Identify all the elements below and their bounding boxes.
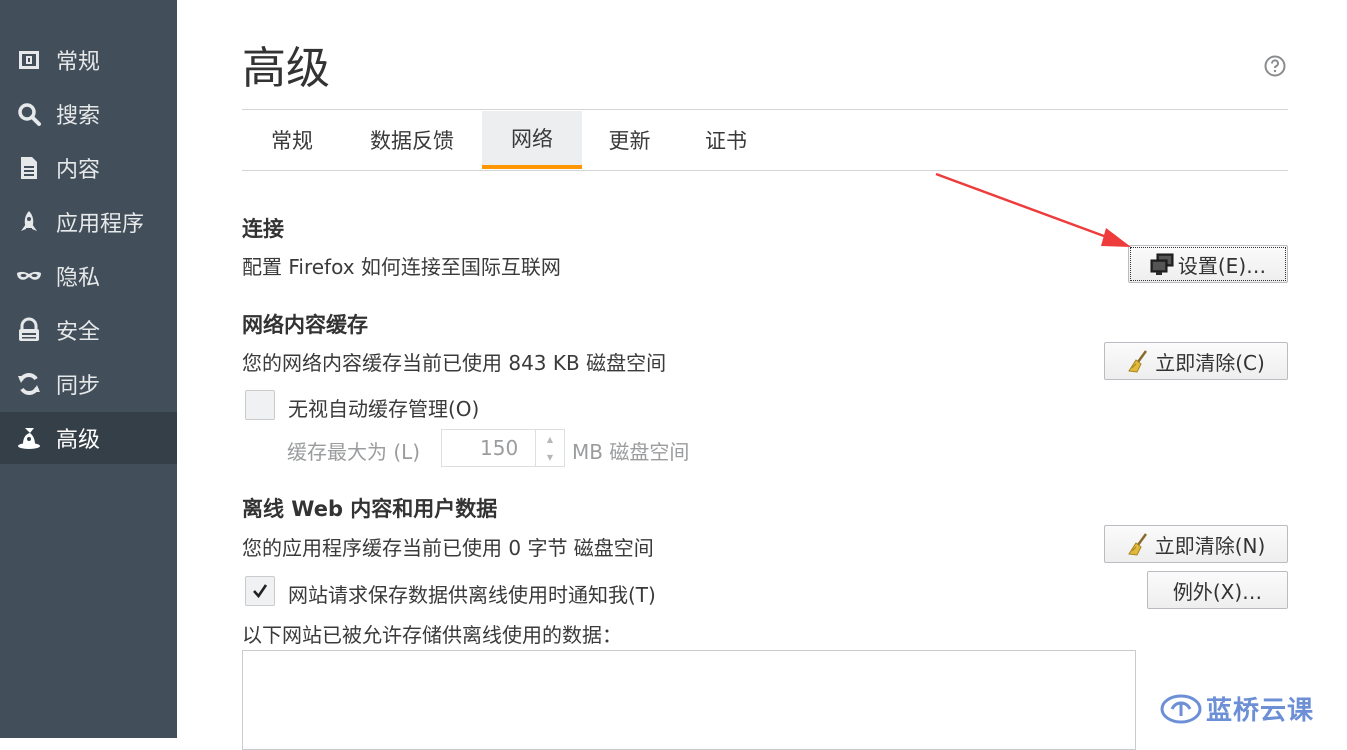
offline-usage-text: 您的应用程序缓存当前已使用 0 字节 磁盘空间 [242, 536, 654, 560]
mask-icon [16, 263, 42, 289]
tab-data-choices[interactable]: 数据反馈 [342, 111, 482, 169]
sidebar-item-privacy[interactable]: 隐私 [0, 250, 177, 302]
tab-update[interactable]: 更新 [582, 111, 677, 169]
tab-certificates[interactable]: 证书 [677, 111, 775, 169]
sidebar-item-label: 高级 [56, 428, 101, 453]
clear-offline-label: 立即清除(N) [1154, 533, 1266, 558]
connection-description: 配置 Firefox 如何连接至国际互联网 [242, 255, 561, 279]
exceptions-button[interactable]: 例外(X)… [1147, 571, 1288, 609]
spin-down-icon[interactable]: ▼ [536, 448, 564, 466]
cache-limit-spinner[interactable]: ▲ ▼ [535, 430, 564, 466]
sidebar-item-search[interactable]: 搜索 [0, 88, 177, 140]
wizard-hat-icon [16, 425, 42, 451]
tabs-divider [242, 170, 1288, 171]
sidebar-item-applications[interactable]: 应用程序 [0, 196, 177, 248]
search-icon [16, 101, 42, 127]
tab-network[interactable]: 网络 [482, 111, 582, 169]
offline-notify-checkbox[interactable] [245, 576, 275, 606]
exceptions-label: 例外(X)… [1172, 579, 1263, 604]
header-divider [242, 109, 1288, 110]
sidebar-item-sync[interactable]: 同步 [0, 358, 177, 410]
sidebar-item-label: 安全 [56, 320, 101, 345]
sidebar-item-label: 同步 [56, 374, 101, 399]
cache-limit-input[interactable]: 150 ▲ ▼ [441, 429, 565, 467]
clear-cache-button[interactable]: 立即清除(C) [1104, 342, 1288, 380]
sidebar-item-label: 隐私 [56, 266, 101, 291]
offline-notify-label: 网站请求保存数据供离线使用时通知我(T) [288, 583, 656, 607]
sidebar-item-advanced[interactable]: 高级 [0, 412, 177, 464]
connection-settings-label: 设置(E)… [1177, 253, 1267, 278]
page-title: 高级 [242, 43, 330, 94]
cache-limit-unit: MB 磁盘空间 [572, 440, 690, 464]
cache-limit-value: 150 [480, 436, 519, 460]
document-icon [16, 155, 42, 181]
clear-cache-label: 立即清除(C) [1155, 350, 1265, 375]
offline-heading: 离线 Web 内容和用户数据 [242, 497, 498, 521]
connection-settings-button[interactable]: 设置(E)… [1128, 245, 1288, 283]
override-cache-label: 无视自动缓存管理(O) [288, 397, 480, 421]
override-cache-checkbox[interactable] [245, 390, 275, 420]
connection-heading: 连接 [242, 217, 284, 241]
watermark-text: 蓝桥云课 [1206, 696, 1315, 726]
rocket-icon [16, 209, 42, 235]
sidebar-item-security[interactable]: 安全 [0, 304, 177, 356]
network-settings-icon [1150, 253, 1174, 275]
sidebar: 常规 搜索 内容 应用程序 隐私 安全 同步 高级 [0, 0, 177, 738]
sidebar-item-general[interactable]: 常规 [0, 34, 177, 86]
tab-general[interactable]: 常规 [242, 111, 342, 169]
sidebar-item-label: 内容 [56, 158, 101, 183]
cache-limit-label: 缓存最大为 (L) [287, 440, 421, 464]
offline-sites-list[interactable] [242, 650, 1136, 750]
lanqiao-logo-icon [1160, 694, 1202, 723]
clear-offline-button[interactable]: 立即清除(N) [1104, 525, 1288, 563]
sync-icon [16, 371, 42, 397]
checkmark-icon [253, 584, 268, 599]
spin-up-icon[interactable]: ▲ [536, 430, 564, 448]
lock-icon [16, 317, 42, 343]
broom-icon [1127, 533, 1147, 556]
general-icon [16, 47, 42, 73]
cache-heading: 网络内容缓存 [242, 313, 368, 337]
help-icon[interactable] [1264, 55, 1286, 77]
watermark: 蓝桥云课 [1160, 690, 1314, 727]
sidebar-item-label: 常规 [56, 50, 101, 75]
broom-icon [1128, 350, 1148, 373]
sidebar-item-content[interactable]: 内容 [0, 142, 177, 194]
cache-usage-text: 您的网络内容缓存当前已使用 843 KB 磁盘空间 [242, 351, 667, 375]
offline-sites-label: 以下网站已被允许存储供离线使用的数据： [242, 623, 622, 647]
sidebar-item-label: 搜索 [56, 104, 101, 129]
sidebar-item-label: 应用程序 [56, 212, 145, 237]
